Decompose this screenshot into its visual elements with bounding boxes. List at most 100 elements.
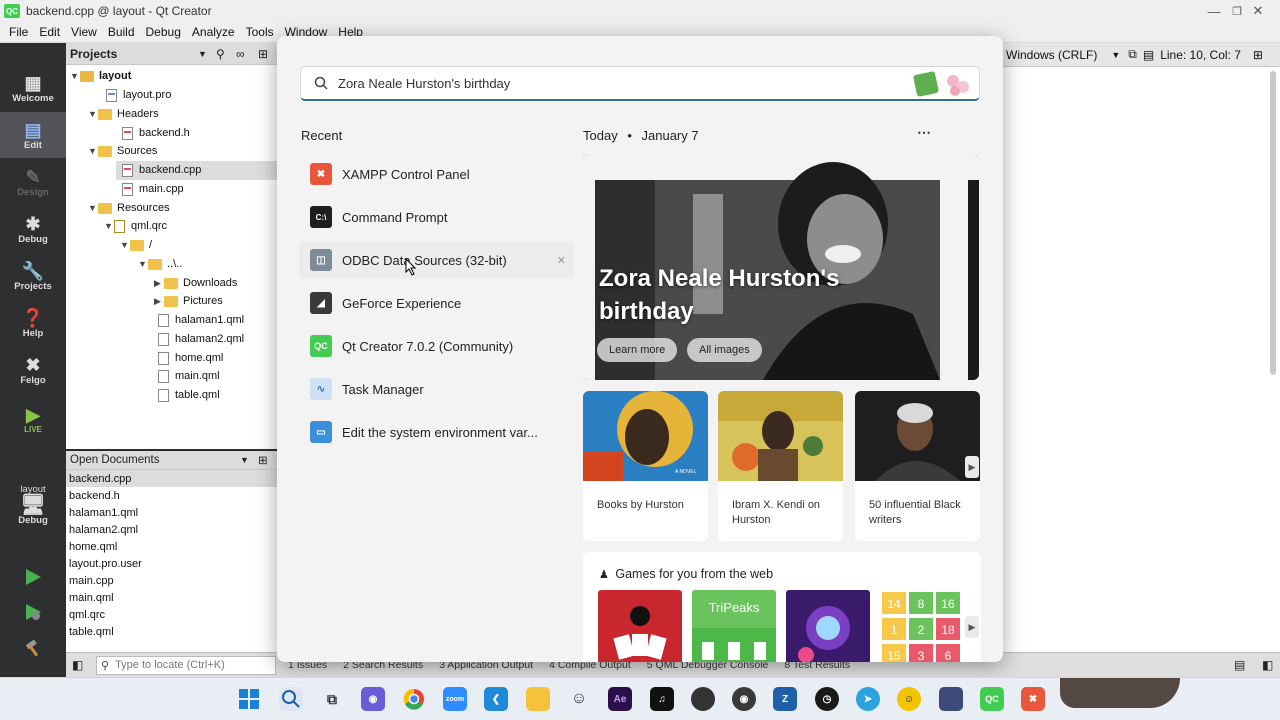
- recent-app-item[interactable]: QC Qt Creator 7.0.2 (Community): [299, 327, 574, 365]
- open-document-item[interactable]: table.qml: [66, 623, 277, 640]
- more-options-icon[interactable]: ⋯: [917, 124, 932, 141]
- filter-icon[interactable]: ⚲: [216, 47, 225, 61]
- tree-item[interactable]: ▼ Sources: [88, 142, 157, 161]
- cursor-position[interactable]: Line: 10, Col: 7: [1160, 48, 1241, 62]
- mode-edit[interactable]: ▤ Edit: [0, 112, 66, 158]
- open-document-item[interactable]: halaman1.qml: [66, 504, 277, 521]
- tree-item[interactable]: main.cpp: [122, 180, 184, 199]
- speedtest-icon[interactable]: ◷: [815, 687, 839, 711]
- tree-item[interactable]: backend.h: [122, 124, 190, 143]
- menu-analyze[interactable]: Analyze: [192, 25, 235, 39]
- mode-help[interactable]: ❓ Help: [0, 300, 66, 346]
- task-view-icon[interactable]: ⧉: [320, 687, 344, 711]
- open-document-item[interactable]: layout.pro.user: [66, 555, 277, 572]
- vertical-scrollbar[interactable]: [1270, 71, 1276, 375]
- game-tile-space[interactable]: [786, 590, 870, 662]
- dropdown-icon[interactable]: ▼: [240, 455, 249, 465]
- remove-icon[interactable]: ✕: [557, 254, 566, 267]
- game-tile-spider-solitaire[interactable]: [598, 590, 682, 662]
- debug-run-button[interactable]: [22, 601, 44, 623]
- locator-input[interactable]: ⚲ Type to locate (Ctrl+K): [96, 655, 276, 675]
- tree-item[interactable]: ▼ ..\..: [138, 255, 182, 274]
- open-document-item[interactable]: main.qml: [66, 589, 277, 606]
- game-tile-tripeaks[interactable]: TriPeaks: [692, 590, 776, 662]
- tree-item[interactable]: ▼ Headers: [88, 105, 159, 124]
- recent-app-item[interactable]: ◢ GeForce Experience: [299, 284, 574, 322]
- windows-start-icon[interactable]: [237, 687, 261, 711]
- mode-felgo[interactable]: ✖ Felgo: [0, 347, 66, 393]
- games-next-icon[interactable]: ▶: [965, 616, 979, 638]
- tree-item[interactable]: ▶ Downloads: [154, 274, 237, 293]
- learn-more-button[interactable]: Learn more: [597, 338, 678, 362]
- search-icon[interactable]: [279, 687, 303, 711]
- app-icon[interactable]: [691, 687, 715, 711]
- mode-design[interactable]: ✎ Design: [0, 159, 66, 205]
- code-editor[interactable]: [1003, 67, 1280, 652]
- output-toggle-icon[interactable]: ◧: [1262, 658, 1273, 672]
- vscode-icon[interactable]: ❮: [484, 687, 508, 711]
- search-input[interactable]: [338, 75, 898, 91]
- felgo-live-button[interactable]: ▶ LIVE: [0, 399, 66, 439]
- progress-icon[interactable]: ▤: [1234, 658, 1245, 672]
- recent-app-item[interactable]: C:\ Command Prompt: [299, 198, 574, 236]
- tree-item[interactable]: ▼ /: [120, 236, 152, 255]
- xampp-icon[interactable]: ✖: [1021, 687, 1045, 711]
- related-card[interactable]: 50 influential Black writers: [855, 391, 980, 541]
- file-explorer-icon[interactable]: [526, 687, 550, 711]
- featured-card[interactable]: Zora Neale Hurston's birthday Learn more…: [583, 154, 979, 380]
- menu-edit[interactable]: Edit: [39, 25, 60, 39]
- related-card[interactable]: Ibram X. Kendi on Hurston: [718, 391, 843, 541]
- tree-item[interactable]: home.qml: [158, 349, 223, 368]
- recent-app-item[interactable]: ▭ Edit the system environment var...: [299, 413, 574, 451]
- line-ending-dropdown-icon[interactable]: ▼: [1111, 50, 1120, 60]
- qt-creator-icon[interactable]: QC: [980, 687, 1004, 711]
- open-document-item[interactable]: backend.h: [66, 487, 277, 504]
- recent-app-item[interactable]: ✖ XAMPP Control Panel: [299, 155, 574, 193]
- menu-build[interactable]: Build: [108, 25, 135, 39]
- tree-item[interactable]: layout.pro: [106, 86, 171, 105]
- split-icon[interactable]: ⊞: [258, 453, 268, 467]
- mode-projects[interactable]: 🔧 Projects: [0, 253, 66, 299]
- split-icon[interactable]: ⊞: [258, 47, 268, 61]
- open-document-item[interactable]: home.qml: [66, 538, 277, 555]
- carousel-next-icon[interactable]: ▶: [965, 456, 979, 478]
- tree-item[interactable]: ▶ Pictures: [154, 292, 223, 311]
- close-button[interactable]: ✕: [1236, 0, 1280, 22]
- mode-welcome[interactable]: ▦ Welcome: [0, 65, 66, 111]
- tree-item[interactable]: halaman2.qml: [158, 330, 244, 349]
- kit-selector[interactable]: layout 🖥 Debug: [0, 473, 66, 537]
- recent-app-item[interactable]: ◫ ODBC Data Sources (32-bit) ✕: [299, 241, 574, 279]
- app-icon-3[interactable]: ☺: [897, 687, 921, 711]
- search-box[interactable]: [300, 66, 980, 101]
- tree-item[interactable]: ▼ layout: [70, 67, 131, 86]
- link-icon[interactable]: ∞: [236, 47, 245, 61]
- zoom-icon[interactable]: zoom: [443, 687, 467, 711]
- photo-icon[interactable]: [939, 687, 963, 711]
- obs-icon[interactable]: ◉: [732, 687, 756, 711]
- recent-app-item[interactable]: ∿ Task Manager: [299, 370, 574, 408]
- all-images-button[interactable]: All images: [687, 338, 762, 362]
- open-document-item[interactable]: qml.qrc: [66, 606, 277, 623]
- tree-item[interactable]: table.qml: [158, 386, 220, 405]
- view-dropdown-icon[interactable]: ▼: [198, 49, 207, 59]
- after-effects-icon[interactable]: Ae: [608, 687, 632, 711]
- open-document-item[interactable]: main.cpp: [66, 572, 277, 589]
- menu-debug[interactable]: Debug: [146, 25, 181, 39]
- menu-file[interactable]: File: [9, 25, 28, 39]
- line-ending-label[interactable]: Windows (CRLF): [1006, 48, 1097, 62]
- chrome-icon[interactable]: [402, 687, 426, 711]
- tiktok-icon[interactable]: ♫: [650, 687, 674, 711]
- sidebar-toggle-icon[interactable]: ◧: [72, 658, 83, 672]
- tree-item[interactable]: ▼ qml.qrc: [104, 217, 167, 236]
- menu-tools[interactable]: Tools: [246, 25, 274, 39]
- tree-item[interactable]: halaman1.qml: [158, 311, 244, 330]
- tree-item-selected[interactable]: backend.cpp: [116, 161, 277, 180]
- tree-item[interactable]: main.qml: [158, 367, 220, 386]
- run-button[interactable]: [22, 566, 44, 588]
- app-icon-2[interactable]: Z: [773, 687, 797, 711]
- split-view-icon[interactable]: ⧉: [1128, 47, 1137, 62]
- open-document-item[interactable]: halaman2.qml: [66, 521, 277, 538]
- split-icon[interactable]: ⊞: [1253, 48, 1263, 62]
- related-card[interactable]: A NOVEL Books by Hurston: [583, 391, 708, 541]
- build-button[interactable]: [22, 637, 44, 659]
